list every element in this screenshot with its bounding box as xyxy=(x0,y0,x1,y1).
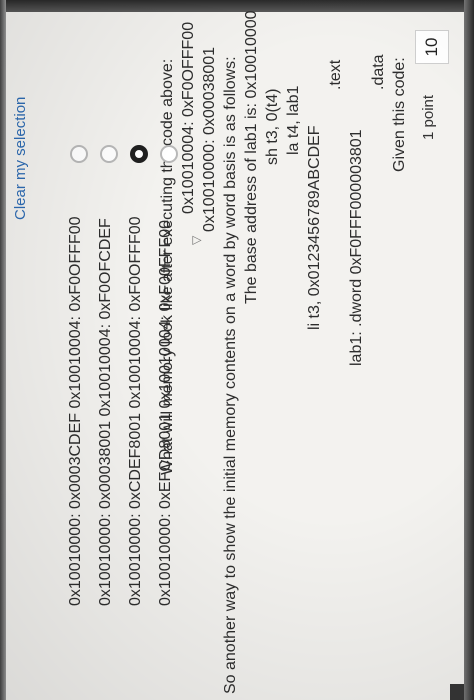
points-label: 1 point xyxy=(420,94,437,140)
memory-line: 0x10010000: 0x00038001 xyxy=(201,46,218,232)
radio-button[interactable] xyxy=(70,145,88,163)
option-label: 0x10010000: 0x0003CDEF 0x10010004: 0xF0O… xyxy=(67,216,84,606)
code-line: .data xyxy=(370,54,387,90)
photo-corner xyxy=(450,684,464,700)
code-line: .text xyxy=(327,59,344,90)
code-line: lab1: .dword 0xF0FFF000003801 xyxy=(348,129,365,366)
prompt-line: The base address of lab1 is: 0x10010000 xyxy=(243,10,260,304)
memory-line: 0x10010004: 0xF0OFFF00 xyxy=(180,21,197,214)
option-label: 0x10010000: 0xEFCD8001 0x10010004: 0xF00… xyxy=(157,219,174,606)
radio-button-selected[interactable] xyxy=(130,145,148,163)
code-line: la t4, lab1 xyxy=(285,85,302,155)
mouse-cursor-icon: ▷ xyxy=(192,232,202,247)
prompt-line: Given this code: xyxy=(391,57,408,172)
code-line: li t3, 0x0123456789ABCDEF xyxy=(306,125,323,330)
question-number: 10 xyxy=(415,30,449,64)
question-card: 10 1 point Given this code: .data lab1: … xyxy=(0,0,474,700)
radio-button[interactable] xyxy=(160,145,178,163)
option-label: 0x10010000: 0x00038001 0x10010004: 0xF0O… xyxy=(97,218,114,606)
option-label: 0x10010000: 0xCDEF8001 0x10010004: 0xF0O… xyxy=(127,216,144,606)
code-line: sh t3, 0(t4) xyxy=(264,88,281,165)
clear-selection-link[interactable]: Clear my selection xyxy=(12,97,29,220)
radio-button[interactable] xyxy=(100,145,118,163)
prompt-line: So another way to show the initial memor… xyxy=(222,56,239,694)
